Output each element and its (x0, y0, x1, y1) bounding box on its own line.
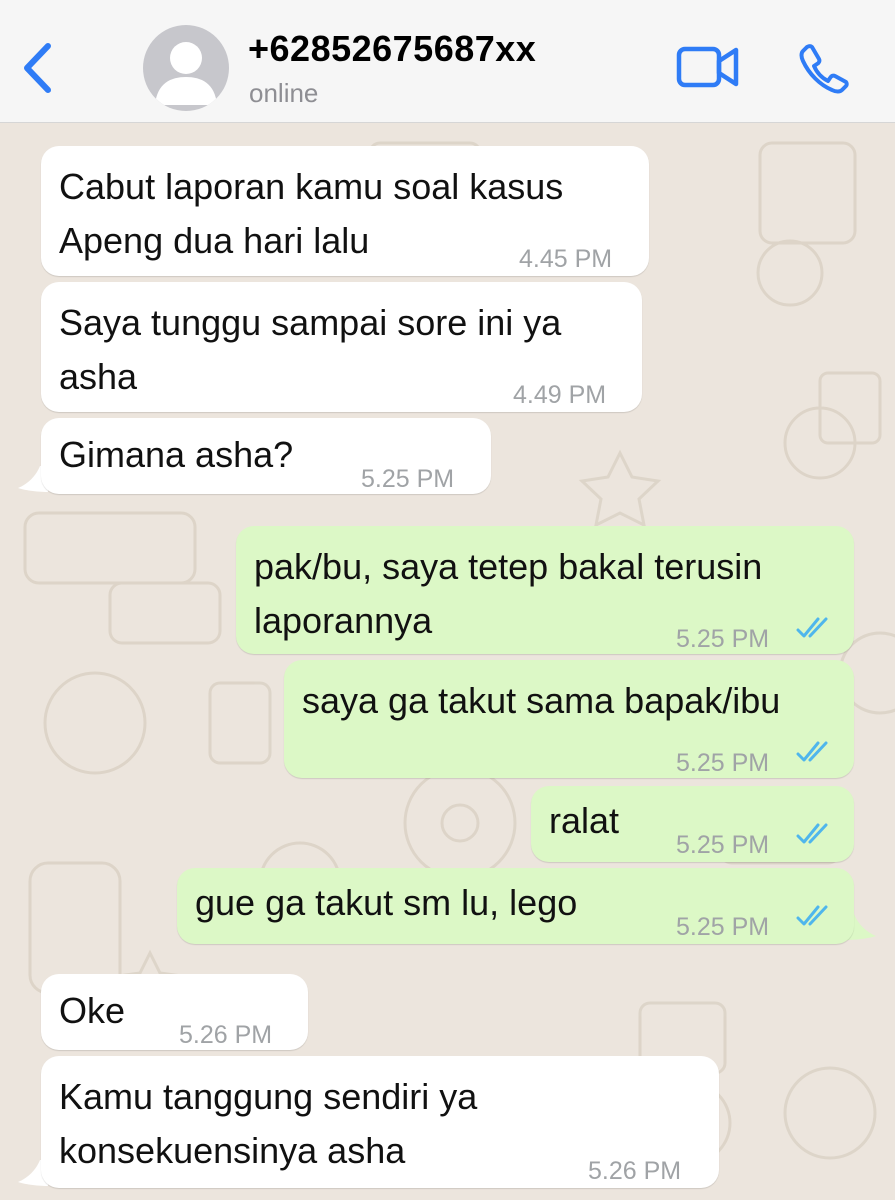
message-line: gue ga takut sm lu, lego (195, 882, 578, 923)
message-line: Oke (59, 990, 126, 1031)
message-bubble-incoming[interactable]: Oke 5.26 PM (41, 974, 308, 1050)
message-timestamp: 5.26 PM (179, 1021, 273, 1049)
message-bubble-incoming[interactable]: Gimana asha? 5.25 PM (41, 418, 491, 494)
message-bubble-outgoing[interactable]: saya ga takut sama bapak/ibu 5.25 PM (284, 660, 854, 778)
message-text: gue ga takut sm lu, lego (195, 876, 577, 930)
message-text: Oke (59, 984, 125, 1038)
message-line: saya ga takut sama bapak/ibu (302, 680, 781, 721)
video-call-button[interactable] (676, 44, 740, 90)
message-text: Saya tunggu sampai sore ini ya asha (59, 296, 561, 404)
message-line: Apeng dua hari lalu (59, 220, 370, 261)
message-timestamp: 5.25 PM (676, 625, 770, 653)
message-bubble-outgoing[interactable]: gue ga takut sm lu, lego 5.25 PM (177, 868, 854, 944)
double-check-icon (796, 905, 828, 926)
message-line: asha (59, 356, 138, 397)
contact-name[interactable]: +62852675687xx (248, 28, 536, 70)
message-text: saya ga takut sama bapak/ibu (302, 674, 780, 728)
message-line: Kamu tanggung sendiri ya (59, 1076, 478, 1117)
message-timestamp: 5.25 PM (676, 831, 770, 859)
default-avatar-icon (155, 42, 217, 105)
double-check-icon (796, 617, 828, 638)
message-line: pak/bu, saya tetep bakal terusin (254, 546, 763, 587)
back-button[interactable] (18, 40, 58, 96)
message-timestamp: 5.26 PM (588, 1157, 682, 1185)
message-text: ralat (549, 794, 619, 848)
message-text: Cabut laporan kamu soal kasus Apeng dua … (59, 160, 563, 268)
message-bubble-incoming[interactable]: Kamu tanggung sendiri ya konsekuensinya … (41, 1056, 719, 1188)
voice-call-button[interactable] (798, 42, 850, 94)
message-line: Gimana asha? (59, 434, 294, 475)
message-timestamp: 4.49 PM (513, 381, 607, 409)
message-timestamp: 5.25 PM (676, 913, 770, 941)
message-timestamp: 4.45 PM (519, 245, 613, 273)
message-text: Gimana asha? (59, 428, 293, 482)
message-bubble-incoming[interactable]: Cabut laporan kamu soal kasus Apeng dua … (41, 146, 649, 276)
chat-header: +62852675687xx online (0, 0, 895, 123)
chevron-left-icon (24, 43, 51, 93)
message-bubble-outgoing[interactable]: pak/bu, saya tetep bakal terusin laporan… (236, 526, 854, 654)
video-camera-icon (676, 46, 739, 88)
message-text: Kamu tanggung sendiri ya konsekuensinya … (59, 1070, 477, 1178)
contact-status: online (249, 78, 319, 108)
message-timestamp: 5.25 PM (676, 749, 770, 777)
message-line: ralat (549, 800, 620, 841)
double-check-icon (796, 741, 828, 762)
message-bubble-outgoing[interactable]: ralat 5.25 PM (531, 786, 854, 862)
message-timestamp: 5.25 PM (361, 465, 455, 493)
message-bubble-incoming[interactable]: Saya tunggu sampai sore ini ya asha 4.49… (41, 282, 642, 412)
message-line: Cabut laporan kamu soal kasus (59, 166, 564, 207)
message-line: Saya tunggu sampai sore ini ya (59, 302, 562, 343)
double-check-icon (796, 823, 828, 844)
avatar[interactable] (143, 25, 229, 111)
phone-icon (799, 44, 849, 94)
message-line: konsekuensinya asha (59, 1130, 406, 1171)
